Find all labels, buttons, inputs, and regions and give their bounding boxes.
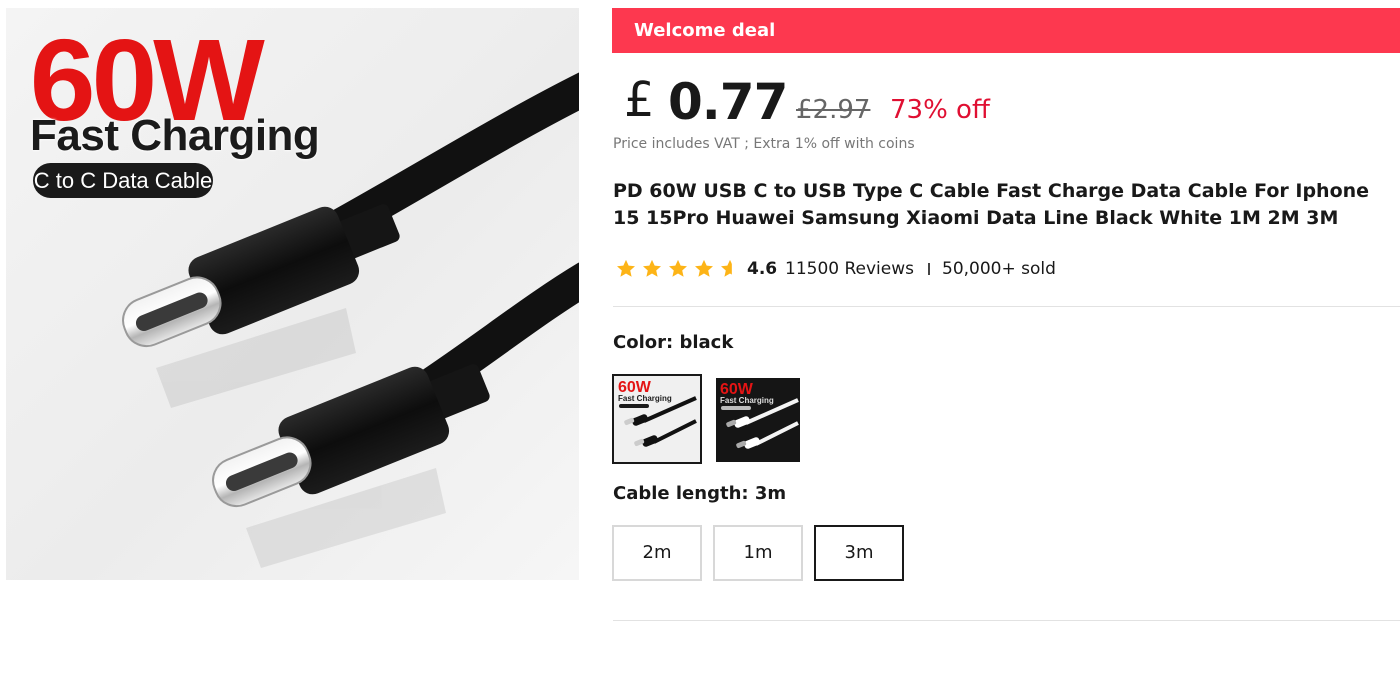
star-icon <box>617 259 635 277</box>
color-swatch-white[interactable]: 60W Fast Charging <box>716 378 800 462</box>
swatch-image-white: 60W Fast Charging <box>716 378 800 462</box>
price-row: £ 0.77 £2.97 73% off <box>622 70 1392 134</box>
swatch-image-black: 60W Fast Charging <box>614 376 700 462</box>
separator <box>928 263 930 275</box>
rating-value: 4.6 <box>747 259 778 279</box>
rating-row: 4.6 11500 Reviews 50,000+ sold <box>615 256 1385 282</box>
image-subheadline: Fast Charging <box>30 111 320 160</box>
swatch-subheadline: Fast Charging <box>618 394 672 403</box>
star-icon <box>695 259 713 277</box>
color-option-label: Color: black <box>613 332 734 353</box>
length-option-3m[interactable]: 3m <box>814 525 904 581</box>
current-price: 0.77 <box>668 73 788 131</box>
discount-badge: 73% off <box>890 95 990 125</box>
star-icon <box>643 259 661 277</box>
product-page: 60W Fast Charging C to C Data Cable Welc… <box>0 0 1400 677</box>
reviews-link[interactable]: 11500 Reviews <box>785 256 914 282</box>
length-option-1m[interactable]: 1m <box>713 525 803 581</box>
length-option-label: Cable length: 3m <box>613 483 787 504</box>
deal-label: Welcome deal <box>634 20 776 41</box>
sold-count: 50,000+ sold <box>942 259 1056 279</box>
welcome-deal-banner: Welcome deal <box>612 8 1400 53</box>
star-icon <box>669 259 687 277</box>
length-option-2m[interactable]: 2m <box>612 525 702 581</box>
divider <box>613 306 1400 307</box>
half-star-icon <box>721 259 739 277</box>
image-pill-label: C to C Data Cable <box>33 163 213 198</box>
color-swatch-black[interactable]: 60W Fast Charging <box>612 374 702 464</box>
product-title: PD 60W USB C to USB Type C Cable Fast Ch… <box>613 180 1370 229</box>
star-rating[interactable] <box>615 258 741 280</box>
price-currency: £ <box>624 72 655 128</box>
vat-note: Price includes VAT ; Extra 1% off with c… <box>613 136 915 152</box>
original-price: £2.97 <box>796 95 871 125</box>
swatch-subheadline: Fast Charging <box>720 396 774 405</box>
divider <box>613 620 1400 621</box>
product-main-image[interactable]: 60W Fast Charging C to C Data Cable <box>6 8 579 580</box>
